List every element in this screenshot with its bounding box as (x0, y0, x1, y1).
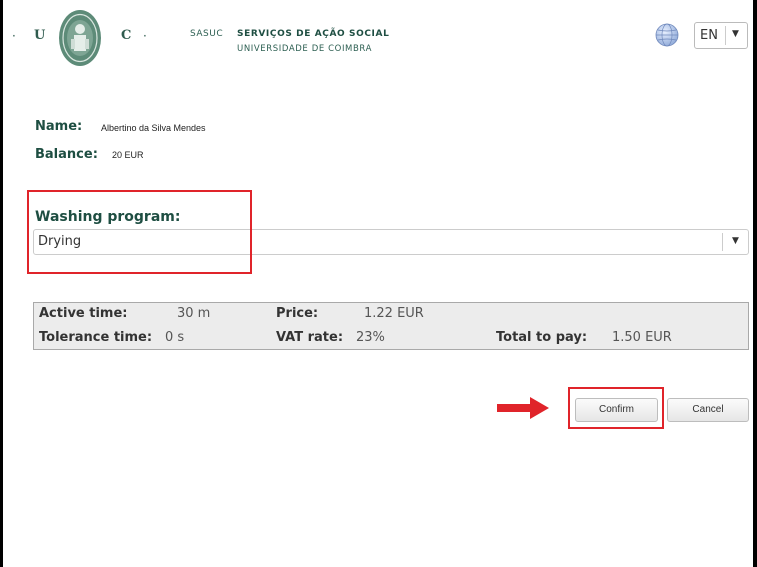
price-label: Price: (276, 306, 319, 321)
name-value: Albertino da Silva Mendes (101, 123, 206, 133)
logo-letter-u: U (34, 28, 46, 43)
logo-letter-c: C (121, 28, 132, 43)
sasuc-label: SASUC (190, 29, 224, 39)
university-seal-logo (59, 10, 101, 66)
language-divider (725, 26, 726, 45)
active-time-label: Active time: (39, 306, 128, 321)
window-border-left (0, 0, 3, 567)
language-value: EN (700, 28, 718, 43)
chevron-down-icon: ▼ (732, 29, 739, 39)
total-to-pay-value: 1.50 EUR (612, 330, 672, 345)
tolerance-time-label: Tolerance time: (39, 330, 153, 345)
balance-label: Balance: (35, 147, 98, 162)
tolerance-time-value: 0 s (165, 330, 185, 345)
logo-dot-left: · (12, 29, 16, 43)
globe-icon[interactable] (655, 23, 679, 47)
active-time-value: 30 m (177, 306, 211, 321)
cancel-button[interactable]: Cancel (667, 398, 749, 422)
org-title: SERVIÇOS DE AÇÃO SOCIAL (237, 29, 390, 39)
confirm-button[interactable]: Confirm (575, 398, 658, 422)
org-subtitle: UNIVERSIDADE DE COIMBRA (237, 44, 372, 54)
vat-rate-label: VAT rate: (276, 330, 344, 345)
select-divider (722, 233, 723, 251)
price-value: 1.22 EUR (364, 306, 424, 321)
program-details-panel: Active time: 30 m Price: 1.22 EUR Tolera… (33, 302, 749, 350)
total-to-pay-label: Total to pay: (496, 330, 588, 345)
logo-dot-right: · (143, 29, 147, 43)
language-select[interactable]: EN ▼ (694, 22, 748, 49)
chevron-down-icon: ▼ (732, 236, 739, 246)
name-label: Name: (35, 119, 83, 134)
window-border-right (753, 0, 757, 567)
program-highlight-box (27, 190, 252, 274)
balance-value: 20 EUR (112, 150, 144, 160)
vat-rate-value: 23% (356, 330, 385, 345)
arrow-right-icon (497, 397, 549, 419)
